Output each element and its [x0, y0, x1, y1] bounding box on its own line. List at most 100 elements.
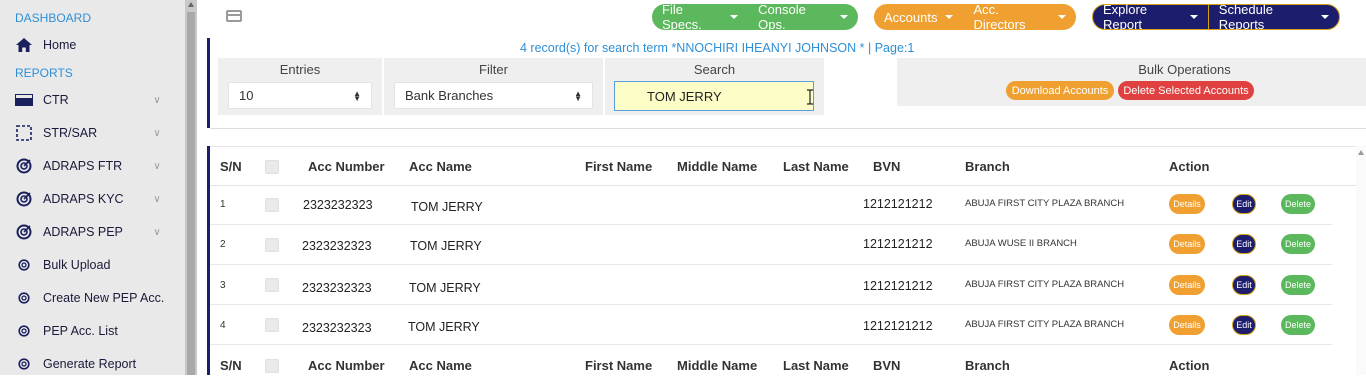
col-acc-name: Acc Name	[409, 358, 472, 373]
cell-sn: 2	[220, 239, 226, 250]
sidebar-item-adraps-ftr[interactable]: ADRAPS FTR ∨	[0, 153, 185, 179]
chevron-down-icon: ∨	[153, 94, 161, 106]
delete-button[interactable]: Delete	[1281, 275, 1315, 295]
caret-down-icon	[1189, 15, 1198, 19]
caret-down-icon	[945, 15, 954, 19]
details-button[interactable]: Details	[1169, 315, 1205, 335]
col-branch: Branch	[965, 159, 1010, 174]
console-ops-menu[interactable]: Console Ops.	[748, 2, 858, 32]
menu-label: File Specs.	[662, 2, 702, 32]
sidebar-item-home[interactable]: Home	[0, 32, 185, 58]
sidebar-item-create-pep[interactable]: Create New PEP Acc.	[0, 285, 185, 311]
sidebar-item-bulk-upload[interactable]: Bulk Upload	[0, 252, 185, 278]
filter-select[interactable]: Bank Branches ▲ ▼	[394, 82, 593, 109]
delete-selected-accounts-button[interactable]: Delete Selected Accounts	[1118, 81, 1254, 100]
radar-icon	[10, 224, 38, 240]
cell-acc-number: 2323232323	[302, 321, 372, 335]
table-scrollbar[interactable]	[1356, 146, 1366, 375]
edit-button[interactable]: Edit	[1232, 275, 1256, 295]
scrollbar-thumb[interactable]	[187, 12, 195, 375]
search-box: Search	[605, 58, 824, 115]
bulk-operations-label: Bulk Operations	[1138, 62, 1231, 77]
col-action: Action	[1169, 159, 1210, 174]
row-checkbox[interactable]	[265, 198, 279, 212]
cell-branch: ABUJA FIRST CITY PLAZA BRANCH	[965, 279, 1125, 290]
cell-acc-number: 2323232323	[302, 281, 372, 295]
table-row: 2 2323232323 TOM JERRY 1212121212 ABUJA …	[210, 224, 1356, 264]
schedule-reports-menu[interactable]: Schedule Reports	[1209, 2, 1339, 32]
table-row: 1 2323232323 TOM JERRY 1212121212 ABUJA …	[210, 184, 1356, 224]
menu-label: Accounts	[884, 9, 938, 25]
sidebar-item-ctr[interactable]: CTR ∨	[0, 87, 185, 113]
select-all-checkbox[interactable]	[265, 359, 279, 373]
accounts-table: S/N Acc Number Acc Name First Name Middl…	[210, 146, 1356, 375]
menu-group-green: File Specs. Console Ops.	[652, 2, 858, 32]
filter-value: Bank Branches	[405, 88, 494, 103]
row-checkbox[interactable]	[265, 278, 279, 292]
menu-label: Console Ops.	[758, 2, 806, 32]
scroll-up-arrow-icon[interactable]	[1358, 150, 1364, 155]
cell-branch: ABUJA WUSE II BRANCH	[965, 238, 1077, 249]
accounts-menu[interactable]: Accounts	[874, 4, 963, 30]
explore-report-menu[interactable]: Explore Report	[1093, 2, 1208, 32]
table-header: S/N Acc Number Acc Name First Name Middl…	[210, 146, 1356, 186]
sidebar-item-str-sar[interactable]: STR/SAR ∨	[0, 120, 185, 146]
menu-label: Schedule Reports	[1218, 2, 1273, 32]
cell-branch: ABUJA FIRST CITY PLAZA BRANCH	[965, 319, 1125, 330]
edit-button[interactable]: Edit	[1232, 234, 1256, 254]
sidebar-item-generate-report[interactable]: Generate Report	[0, 351, 185, 377]
section-reports: REPORTS	[15, 66, 73, 80]
edit-button[interactable]: Edit	[1232, 194, 1256, 214]
row-divider	[210, 344, 1332, 345]
menu-label: Explore Report	[1103, 2, 1148, 32]
col-acc-number: Acc Number	[308, 358, 385, 373]
sidebar: DASHBOARD Home REPORTS CTR ∨ STR/SAR ∨ A…	[0, 0, 185, 375]
select-arrows-icon: ▲ ▼	[574, 89, 582, 103]
search-input[interactable]	[614, 81, 814, 111]
delete-button[interactable]: Delete	[1281, 194, 1315, 214]
scroll-up-arrow-icon[interactable]	[188, 2, 194, 7]
sidebar-item-adraps-pep[interactable]: ADRAPS PEP ∨	[0, 219, 185, 245]
caret-down-icon	[840, 15, 848, 19]
file-specs-menu[interactable]: File Specs.	[652, 2, 748, 32]
select-all-checkbox[interactable]	[265, 160, 279, 174]
cell-bvn: 1212121212	[863, 319, 933, 333]
cell-sn: 1	[220, 199, 226, 210]
home-icon	[10, 38, 38, 52]
cell-acc-name: TOM JERRY	[410, 239, 482, 253]
text-cursor-icon	[807, 89, 813, 105]
col-sn: S/N	[220, 159, 242, 174]
details-button[interactable]: Details	[1169, 194, 1205, 214]
radar-icon	[10, 158, 38, 174]
dashed-box-icon	[10, 125, 38, 141]
table-footer-header: S/N Acc Number Acc Name First Name Middl…	[210, 346, 1356, 384]
entries-select[interactable]: 10 ▲ ▼	[228, 82, 372, 109]
sidebar-item-label: ADRAPS PEP	[43, 225, 123, 239]
cell-sn: 3	[220, 280, 226, 291]
menu-label: Acc. Directors	[973, 2, 1026, 32]
delete-button[interactable]: Delete	[1281, 315, 1315, 335]
details-button[interactable]: Details	[1169, 275, 1205, 295]
sidebar-item-adraps-kyc[interactable]: ADRAPS KYC ∨	[0, 186, 185, 212]
cell-bvn: 1212121212	[863, 279, 933, 293]
cell-acc-name: TOM JERRY	[409, 281, 481, 295]
radar-small-icon	[10, 358, 38, 370]
acc-directors-menu[interactable]: Acc. Directors	[963, 2, 1076, 32]
sidebar-item-label: STR/SAR	[43, 126, 98, 140]
caret-down-icon	[1321, 15, 1329, 19]
col-first-name: First Name	[585, 159, 653, 174]
delete-button[interactable]: Delete	[1281, 234, 1315, 254]
chevron-down-icon: ∨	[153, 226, 161, 238]
col-action: Action	[1169, 358, 1210, 373]
download-accounts-button[interactable]: Download Accounts	[1006, 81, 1114, 100]
edit-button[interactable]: Edit	[1232, 315, 1256, 335]
sidebar-scrollbar[interactable]	[185, 0, 197, 375]
row-checkbox[interactable]	[265, 318, 279, 332]
cell-sn: 4	[220, 320, 226, 331]
sidebar-item-label: Generate Report	[43, 357, 137, 371]
details-button[interactable]: Details	[1169, 234, 1205, 254]
sidebar-item-pep-list[interactable]: PEP Acc. List	[0, 318, 185, 344]
menu-toggle-icon[interactable]	[226, 10, 242, 22]
col-bvn: BVN	[873, 159, 901, 174]
row-checkbox[interactable]	[265, 238, 279, 252]
